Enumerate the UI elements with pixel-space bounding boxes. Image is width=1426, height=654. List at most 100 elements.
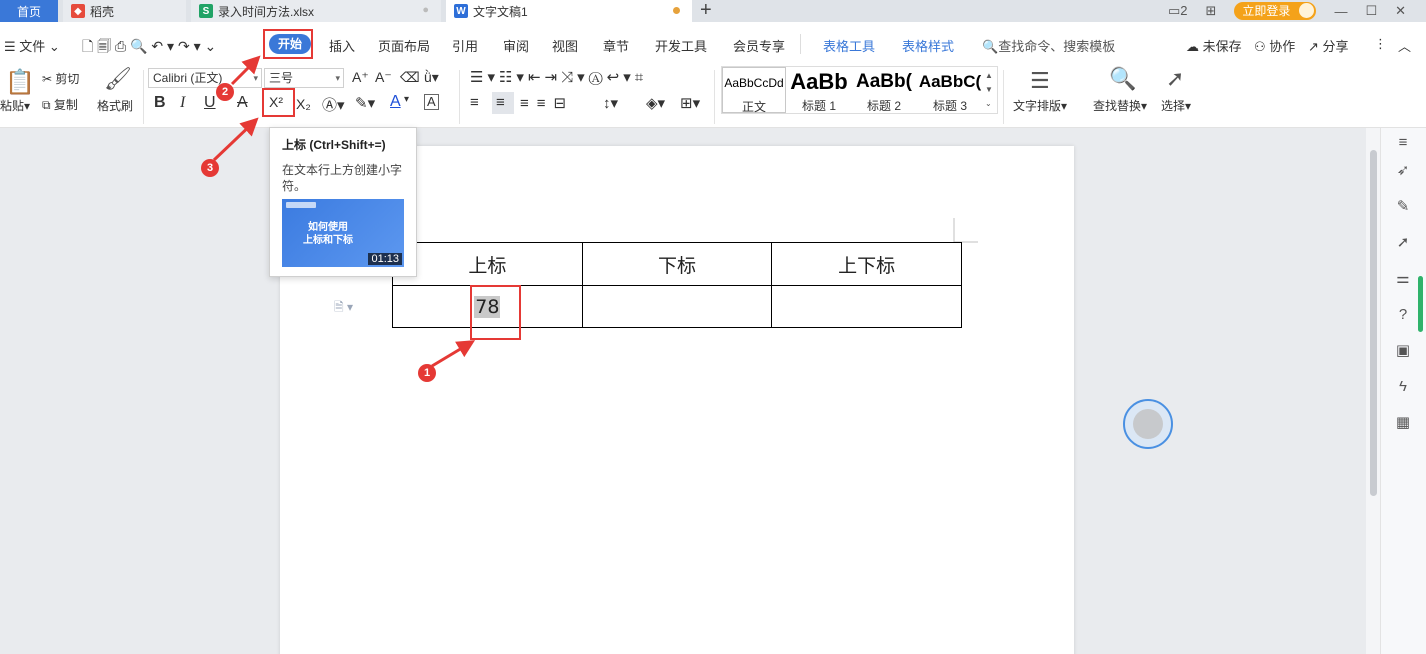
highlight-pen-icon[interactable]: ✎▾ [355, 94, 375, 112]
font-grow-icon[interactable]: A⁺ [352, 69, 369, 86]
clear-format-icon[interactable]: ⌫ [400, 69, 420, 86]
shading-icon[interactable]: ◈▾ [646, 94, 665, 112]
image-edit-icon[interactable]: ▣ [1394, 342, 1412, 360]
menu-insert[interactable]: 插入 [329, 36, 355, 55]
underline-button[interactable]: U [204, 94, 216, 112]
login-button[interactable]: 立即登录 [1234, 2, 1317, 20]
line-spacing-icon[interactable]: ↕▾ [603, 94, 618, 112]
maximize-icon[interactable]: ☐ [1365, 3, 1377, 19]
style-heading-1[interactable]: AaBb 标题 1 [788, 67, 850, 113]
find-icon[interactable]: 🔍 [1109, 66, 1136, 92]
command-search[interactable]: 🔍查找命令、搜索模板 [982, 36, 1115, 55]
menu-chapter[interactable]: 章节 [603, 36, 629, 55]
copy-button[interactable]: ⧉ 复制 [42, 96, 78, 113]
tab-excel-file[interactable]: S 录入时间方法.xlsx ● [191, 0, 441, 22]
tooltip-title: 上标 (Ctrl+Shift+=) [282, 138, 386, 152]
style-scroll-icons[interactable]: ▲ ▼ ⌄ [985, 69, 993, 111]
bold-button[interactable]: B [154, 94, 166, 112]
paste-icon[interactable]: 📋 [5, 68, 35, 97]
find-replace-button[interactable]: 查找替换▾ [1093, 97, 1147, 114]
font-name-select[interactable]: Calibri (正文) [148, 68, 262, 88]
menu-review[interactable]: 审阅 [503, 36, 529, 55]
text-effect-icon[interactable]: Ⓐ▾ [322, 94, 345, 115]
rocket-icon[interactable]: ➶ [1394, 162, 1412, 180]
floating-assistant-avatar[interactable] [1123, 399, 1173, 449]
text-layout-button[interactable]: 文字排版▾ [1013, 97, 1067, 114]
font-color-dropdown-icon[interactable]: ▾ [404, 94, 409, 105]
paragraph-handle-icon[interactable]: 🗎 ▾ [334, 298, 353, 319]
collab-button[interactable]: ⚇ 协作 [1254, 36, 1295, 55]
pen-icon[interactable]: ✎ [1394, 198, 1412, 216]
subscript-button[interactable]: X₂ [296, 96, 311, 112]
unsaved-status[interactable]: ☁ 未保存 [1186, 36, 1242, 55]
panel-menu-icon[interactable]: ≡ [1394, 134, 1412, 152]
table-cell[interactable] [771, 285, 962, 328]
sliders-icon[interactable]: ⚌ [1394, 270, 1412, 288]
table-row: 上标 下标 上下标 [392, 242, 962, 286]
style-heading-2[interactable]: AaBb( 标题 2 [852, 67, 916, 113]
menu-page-layout[interactable]: 页面布局 [378, 36, 430, 55]
cut-button[interactable]: ✂ 剪切 [42, 70, 79, 87]
tooltip-video-thumbnail[interactable]: 如何使用 上标和下标 01:13 [282, 199, 404, 267]
select-button[interactable]: 选择▾ [1161, 97, 1191, 114]
style-heading-3[interactable]: AaBbC( 标题 3 [918, 67, 982, 113]
text-layout-icon[interactable]: ☰ [1030, 68, 1050, 94]
select-cursor-icon[interactable]: ➚ [1166, 66, 1184, 92]
format-painter-button[interactable]: 格式刷 [97, 97, 133, 114]
more-options-icon[interactable]: ⋮ [1374, 36, 1387, 52]
lightning-icon[interactable]: ϟ [1394, 378, 1412, 396]
font-shrink-icon[interactable]: A⁻ [375, 69, 392, 86]
table-header-cell[interactable]: 上标 [392, 242, 583, 286]
new-tab-button[interactable]: + [700, 0, 712, 22]
share-icon: ↗ [1308, 39, 1319, 54]
menu-member[interactable]: 会员专享 [733, 36, 785, 55]
italic-button[interactable]: I [180, 94, 185, 112]
window-controls: ▭2 ⊞ 立即登录 — ☐ ✕ [1168, 0, 1426, 22]
copy-icon: ⧉ [42, 98, 51, 112]
pinyin-guide-icon[interactable]: ǜ▾ [424, 69, 439, 86]
style-normal[interactable]: AaBbCcDd 正文 [722, 67, 786, 114]
table-header-cell[interactable]: 上下标 [771, 242, 962, 286]
apps-grid-icon[interactable]: ⊞ [1206, 3, 1217, 19]
table-grid-icon[interactable]: ▦ [1394, 414, 1412, 432]
align-more-icons[interactable]: ≡≡⊟ [520, 94, 574, 112]
minimize-icon[interactable]: — [1334, 4, 1347, 19]
format-painter-icon[interactable]: 🖌 [104, 66, 132, 92]
highlight-superscript-box [262, 88, 295, 117]
menu-table-tools[interactable]: 表格工具 [823, 36, 875, 55]
list-format-icons[interactable]: ☰▾☷▾⇤⇥⤨▾Ⓐ↩▾⌗ [470, 68, 647, 86]
ribbon-divider [714, 70, 715, 124]
font-color-button[interactable]: A [390, 93, 401, 111]
tab-home[interactable]: 首页 [0, 0, 58, 22]
collapse-ribbon-icon[interactable]: ︿ [1398, 36, 1411, 55]
layout-icon[interactable]: ▭2 [1168, 3, 1188, 19]
tab-daoke[interactable]: ◆ 稻壳 [63, 0, 186, 22]
tooltip-description: 在文本行上方创建小字符。 [282, 163, 403, 193]
table-cell[interactable] [581, 285, 773, 328]
char-border-button[interactable]: A [424, 94, 439, 110]
annotation-badge-1: 1 [418, 364, 436, 382]
help-icon[interactable]: ? [1394, 306, 1412, 324]
strikethrough-button[interactable]: A [237, 94, 248, 112]
borders-icon[interactable]: ⊞▾ [680, 94, 700, 112]
annotation-badge-3: 3 [201, 159, 219, 177]
menu-developer[interactable]: 开发工具 [655, 36, 707, 55]
menu-table-style[interactable]: 表格样式 [902, 36, 954, 55]
menu-reference[interactable]: 引用 [452, 36, 478, 55]
share-button[interactable]: ↗ 分享 [1308, 36, 1349, 55]
paste-button[interactable]: 粘贴▾ [0, 97, 30, 114]
pointer-icon[interactable]: ➚ [1394, 234, 1412, 252]
video-title: 如何使用 上标和下标 [303, 222, 353, 246]
menu-view[interactable]: 视图 [552, 36, 578, 55]
scrollbar-thumb[interactable] [1370, 150, 1377, 496]
tab-document[interactable]: W 文字文稿1 [446, 0, 692, 22]
quick-access-icons[interactable]: 🗋 🗐 ⎙ 🔍 ↶ ▾ ↷ ▾ ⌄ [82, 36, 216, 60]
font-size-select[interactable]: 三号 [264, 68, 344, 88]
video-logo-icon [286, 202, 316, 208]
side-progress-indicator [1418, 276, 1423, 332]
table-header-cell[interactable]: 下标 [581, 242, 773, 286]
file-menu[interactable]: ☰ 文件 ⌄ [4, 36, 60, 55]
tab-close-icon[interactable]: ● [422, 4, 429, 16]
close-window-icon[interactable]: ✕ [1395, 3, 1406, 19]
align-icons[interactable]: ≡ [470, 94, 485, 111]
